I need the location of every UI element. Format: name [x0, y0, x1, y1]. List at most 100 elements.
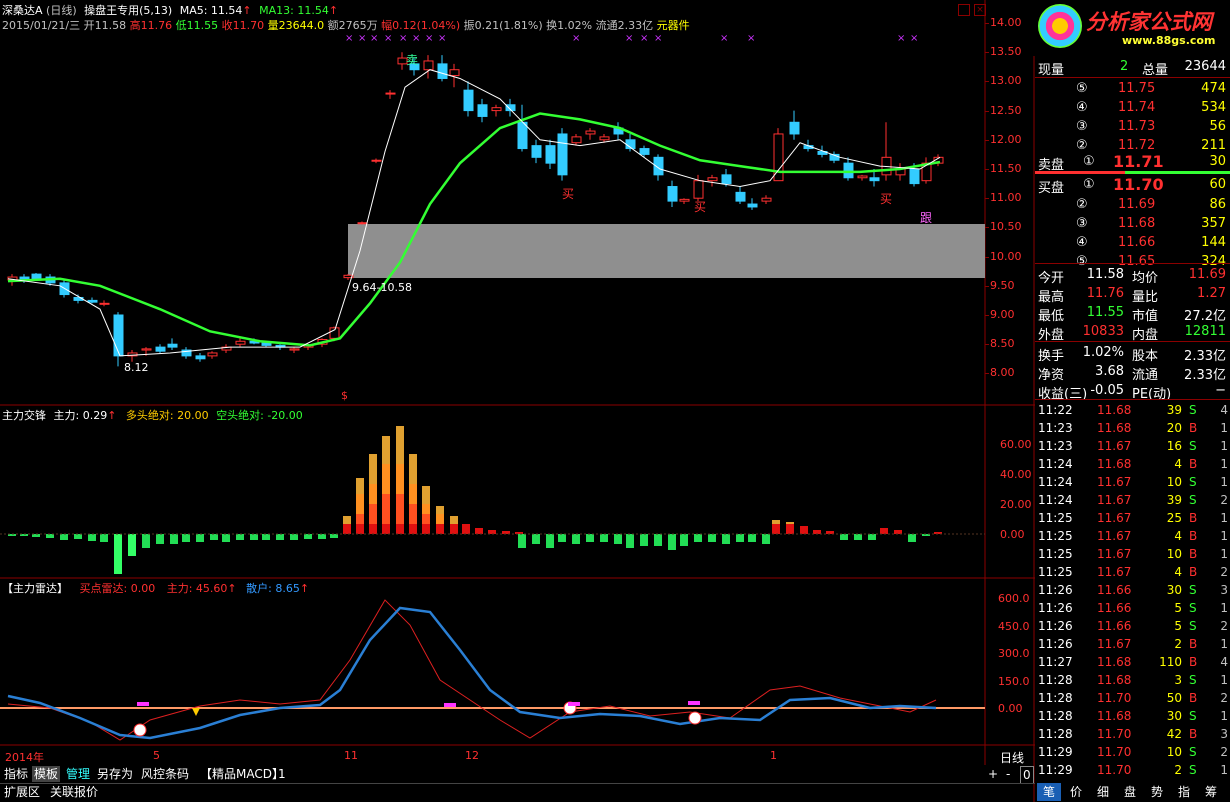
level: ②: [1076, 138, 1088, 153]
time-label: 12: [465, 749, 479, 762]
candle-body: [141, 348, 152, 351]
tick-volume: 39: [1166, 403, 1182, 417]
quote-tab[interactable]: 笔: [1037, 783, 1061, 801]
panel3-main-force: 主力: 45.60: [166, 582, 228, 595]
bear-force-bar: [74, 534, 82, 539]
macd-template-button[interactable]: 【精品MACD】: [198, 766, 286, 782]
price: 11.70: [1113, 175, 1164, 194]
main-force-bar: [396, 454, 404, 464]
related-quote-tab[interactable]: 关联报价: [48, 784, 100, 800]
signal-x-mark: ×: [897, 33, 905, 44]
tick-volume: 5: [1174, 601, 1182, 615]
indicator-button[interactable]: 指标: [2, 766, 30, 782]
quote-tab[interactable]: 细: [1091, 783, 1115, 801]
quote-panel: 现量 2 总量 23644 ⑤ 11.75 474 ④ 11.74 534 ③ 11.73 56…: [1035, 56, 1230, 778]
main-force-bar: [409, 454, 417, 464]
panel2-tick-label: 0.00: [1000, 528, 1025, 541]
stock-name[interactable]: 深桑达A: [2, 4, 43, 17]
tick-price: 11.68: [1097, 709, 1132, 723]
quote-tab[interactable]: 盘: [1118, 783, 1142, 801]
candle-body: [557, 133, 568, 176]
bear-force-bar: [236, 534, 244, 540]
tick-price: 11.66: [1097, 619, 1132, 633]
price-tick-label: 10.00: [990, 249, 1022, 263]
main-force-bar: [369, 484, 377, 494]
tick-direction: S: [1189, 403, 1197, 417]
price-tick-mark: [985, 110, 989, 112]
bear-force-bar: [46, 534, 54, 538]
period-tab[interactable]: 日线: [1000, 749, 1024, 766]
candle-body: [789, 121, 800, 135]
price-tick-mark: [985, 344, 989, 346]
window-maximize-icon[interactable]: [958, 4, 970, 16]
stat-value: 11.69: [1188, 267, 1226, 282]
candle-body: [667, 186, 678, 202]
main-force-line: [7, 599, 937, 741]
tick-time: 11:26: [1038, 637, 1073, 651]
quote-tab[interactable]: 指: [1172, 783, 1196, 801]
tick-direction: B: [1189, 655, 1198, 669]
tick-price: 11.66: [1097, 601, 1132, 615]
tick-direction: S: [1189, 673, 1197, 687]
panel3-title[interactable]: 【主力雷达】: [2, 582, 68, 595]
candle-body: [761, 197, 772, 202]
quote-tab[interactable]: 筹: [1199, 783, 1223, 801]
tick-count: 1: [1220, 547, 1228, 561]
risk-bar-button[interactable]: 风控条码: [139, 766, 191, 782]
window-close-icon[interactable]: ×: [974, 4, 986, 16]
tick-count: 4: [1220, 403, 1228, 417]
logo-url: www.88gs.com: [1122, 34, 1216, 47]
bear-force-bar: [88, 534, 96, 541]
zoom-reset-button[interactable]: 0: [1020, 766, 1034, 784]
main-force-bar: [475, 528, 483, 534]
panel3-tick-label: 300.0: [998, 647, 1030, 660]
tick-row: 11:28 11.70 42 B 3: [1035, 726, 1230, 744]
tick-direction: B: [1189, 565, 1198, 579]
quote-tab[interactable]: 价: [1064, 783, 1088, 801]
main-force-bar: [382, 454, 390, 464]
candle-body: [491, 107, 502, 112]
candle-body: [843, 162, 854, 179]
bear-force-bar: [142, 534, 150, 548]
candle-body: [545, 145, 556, 164]
manage-button[interactable]: 管理: [64, 766, 92, 782]
tick-volume: 2: [1174, 763, 1182, 777]
stat-value: 12811: [1184, 324, 1226, 339]
tick-row: 11:22 11.68 39 S 4: [1035, 402, 1230, 420]
panel3-tick-label: 0.00: [998, 702, 1023, 715]
save-as-button[interactable]: 另存为: [95, 766, 135, 782]
tick-direction: S: [1189, 439, 1197, 453]
quote-tab[interactable]: 势: [1145, 783, 1169, 801]
bear-force-bar: [586, 534, 594, 542]
price-tick-mark: [985, 23, 989, 24]
bear-force-bar: [100, 534, 108, 542]
signal-x-mark: ×: [910, 33, 918, 44]
tick-price: 11.67: [1097, 475, 1132, 489]
panel2-title[interactable]: 主力交锋: [2, 409, 46, 422]
price-tick-label: 9.00: [990, 308, 1015, 321]
bid-row: ④ 11.66 144: [1035, 234, 1230, 253]
page-number[interactable]: 1: [276, 766, 288, 782]
template-button[interactable]: 模板: [32, 766, 61, 782]
price-tick-mark: [985, 315, 989, 316]
bear-force-bar: [762, 534, 770, 544]
candle-body: [857, 175, 868, 179]
stat-value: 27.2亿: [1184, 309, 1226, 324]
candle-body: [693, 180, 704, 199]
bear-force-bar: [114, 534, 122, 574]
expand-area-tab[interactable]: 扩展区: [2, 784, 42, 800]
main-force-bar: [786, 524, 794, 534]
zoom-out-button[interactable]: -: [1004, 766, 1012, 782]
tick-volume: 4: [1174, 565, 1182, 579]
indicator-name[interactable]: 操盘王专用(5,13): [84, 4, 172, 17]
price: 11.66: [1118, 235, 1156, 250]
price-tick-mark: [985, 139, 989, 141]
main-force-bar: [409, 514, 417, 524]
zoom-in-button[interactable]: +: [986, 766, 1000, 782]
label: 买盘: [1038, 181, 1065, 196]
level: ④: [1076, 100, 1088, 115]
volume: 211: [1201, 138, 1226, 153]
price-tick-mark: [985, 198, 989, 200]
tick-count: 4: [1220, 655, 1228, 669]
ohlc-info-line: 2015/01/21/三 开11.58 高11.76 低11.55 收11.70…: [2, 19, 690, 32]
